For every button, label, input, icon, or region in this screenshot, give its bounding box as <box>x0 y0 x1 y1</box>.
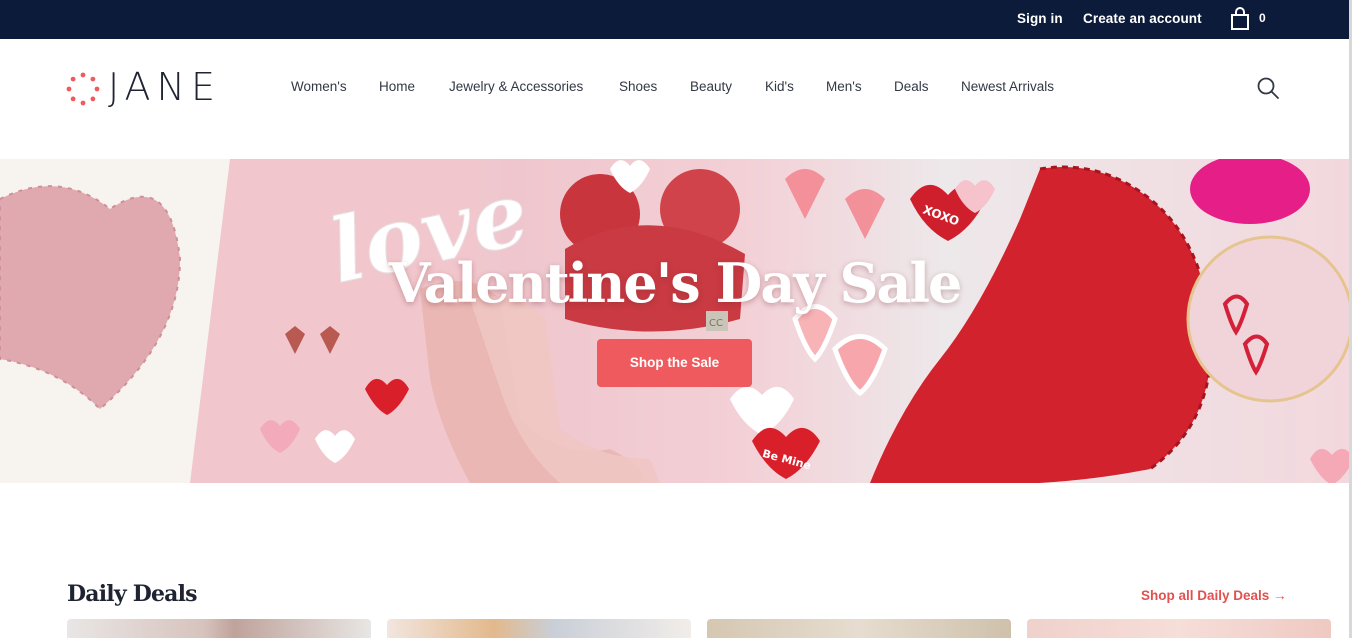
jane-logo[interactable]: JANE <box>66 65 241 109</box>
cart-count: 0 <box>1259 11 1266 25</box>
create-account-link[interactable]: Create an account <box>1083 11 1202 26</box>
daily-deals-title: Daily Deals <box>67 581 198 607</box>
site-header: JANE Women's Home Jewelry & Accessories … <box>0 39 1352 159</box>
hero-title: Valentine's Day Sale <box>388 251 963 315</box>
logo-dots-icon <box>66 72 100 106</box>
top-utility-bar: Sign in Create an account 0 <box>0 0 1352 39</box>
product-card[interactable] <box>387 619 691 638</box>
svg-text:CC: CC <box>709 318 723 329</box>
nav-item-newest-arrivals[interactable]: Newest Arrivals <box>961 79 1054 94</box>
product-card[interactable] <box>1027 619 1331 638</box>
nav-item-jewelry-accessories[interactable]: Jewelry & Accessories <box>449 79 583 94</box>
nav-item-beauty[interactable]: Beauty <box>690 79 732 94</box>
nav-item-deals[interactable]: Deals <box>894 79 929 94</box>
nav-item-kids[interactable]: Kid's <box>765 79 794 94</box>
product-card[interactable] <box>707 619 1011 638</box>
sign-in-link[interactable]: Sign in <box>1017 11 1063 26</box>
logo-wordmark: JANE <box>108 65 221 109</box>
search-icon[interactable] <box>1256 76 1280 100</box>
shopping-bag-icon[interactable] <box>1229 7 1251 31</box>
nav-item-shoes[interactable]: Shoes <box>619 79 657 94</box>
hero-banner[interactable]: love CC Be Mine XOXO Valentine's Day Sal… <box>0 159 1349 483</box>
nav-item-mens[interactable]: Men's <box>826 79 862 94</box>
product-card[interactable] <box>67 619 371 638</box>
nav-item-home[interactable]: Home <box>379 79 415 94</box>
hero-image: love CC Be Mine XOXO <box>0 159 1349 483</box>
shop-the-sale-button[interactable]: Shop the Sale <box>597 339 752 387</box>
shop-all-daily-deals-link[interactable]: Shop all Daily Deals → <box>1141 588 1287 603</box>
nav-item-womens[interactable]: Women's <box>291 79 347 94</box>
